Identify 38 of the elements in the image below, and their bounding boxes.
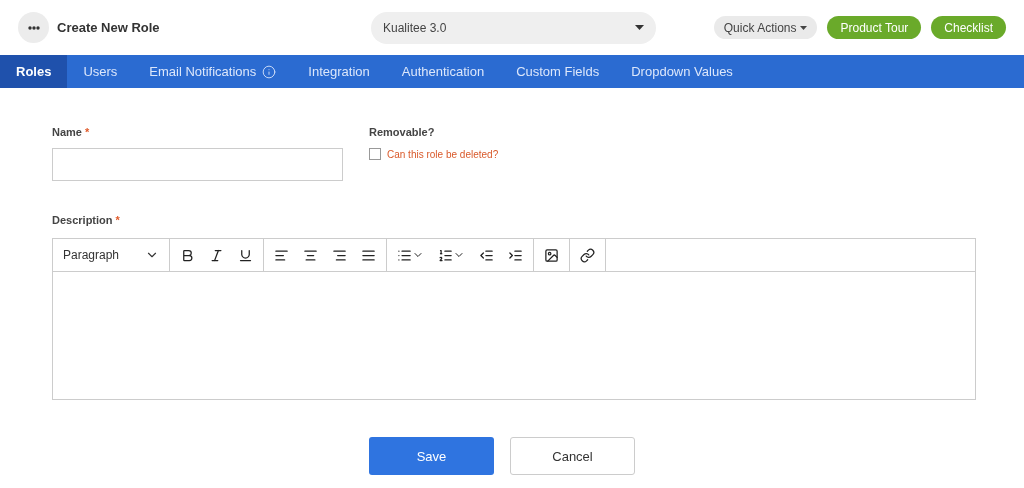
nav-tab[interactable]: Integration — [292, 55, 386, 88]
link-button[interactable] — [578, 245, 598, 265]
caret-icon — [800, 25, 808, 30]
field-label: Removable? — [369, 126, 436, 138]
align-center-icon — [303, 247, 319, 263]
link-icon — [580, 247, 596, 263]
save-button[interactable]: Save — [369, 437, 494, 475]
cancel-button[interactable]: Cancel — [510, 437, 635, 475]
nav-tab[interactable]: Email Notifications — [133, 55, 293, 88]
page-title: Create New Role — [57, 20, 161, 35]
checkbox-label: Can this role be deleted? — [387, 148, 499, 160]
nav-tab[interactable]: Roles — [0, 55, 68, 88]
nav-tab[interactable]: Authentication — [385, 55, 501, 88]
numbered-list-icon — [438, 247, 454, 263]
indent-icon — [508, 247, 524, 263]
more-menu-button[interactable] — [18, 12, 49, 43]
align-left-icon — [274, 247, 290, 263]
outdent-icon — [479, 247, 495, 263]
italic-icon — [209, 247, 225, 263]
align-justify-icon — [361, 247, 377, 263]
project-select[interactable]: Kualitee 3.0 — [371, 11, 656, 44]
nav-tab[interactable]: Custom Fields — [500, 55, 616, 88]
bullet-list-icon — [397, 247, 413, 263]
nav-tab[interactable]: Dropdown Values — [615, 55, 749, 88]
checkbox[interactable] — [369, 148, 381, 160]
header-button[interactable]: Checklist — [931, 16, 1006, 39]
underline-icon — [238, 247, 254, 263]
field-label: Description * — [52, 214, 120, 226]
align-right-icon — [332, 247, 348, 263]
more-icon — [27, 25, 40, 30]
dropdown-caret-icon — [635, 25, 644, 30]
field-label: Name * — [52, 126, 91, 138]
header-button[interactable]: Product Tour — [827, 16, 922, 39]
nav-tab[interactable]: Users — [67, 55, 134, 88]
image-icon — [544, 247, 560, 263]
name-input[interactable] — [52, 148, 343, 181]
quick-actions-button[interactable]: Quick Actions — [713, 16, 818, 39]
format-select[interactable]: Paragraph — [61, 248, 162, 262]
